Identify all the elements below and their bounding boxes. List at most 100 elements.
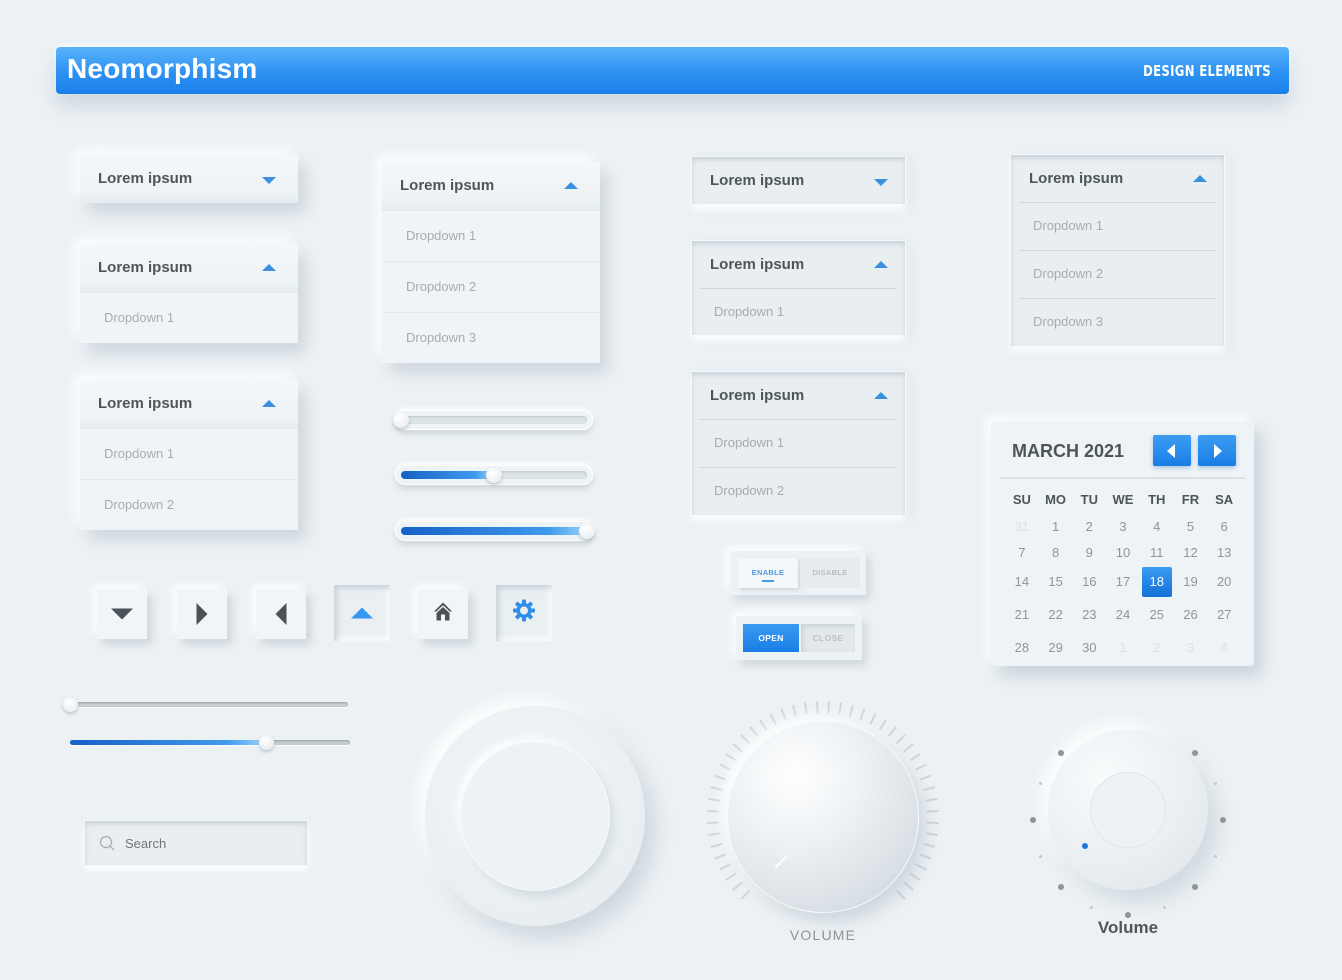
calendar-day[interactable]: 4	[1207, 640, 1241, 655]
calendar-day[interactable]: 4	[1140, 519, 1174, 534]
dropdown-header[interactable]: Lorem ipsum	[382, 162, 600, 210]
dropdown-option[interactable]: Dropdown 2	[700, 467, 897, 515]
calendar-day[interactable]: 24	[1106, 607, 1140, 622]
calendar-day[interactable]: 25	[1140, 607, 1174, 622]
calendar-day[interactable]: 27	[1207, 607, 1241, 622]
dial-plate[interactable]	[425, 706, 645, 926]
slider-handle[interactable]	[62, 697, 78, 712]
slider-3[interactable]	[395, 521, 595, 541]
dropdown-option[interactable]: Dropdown 1	[382, 210, 600, 261]
dropdown-header[interactable]: Lorem ipsum	[80, 380, 298, 428]
dropdown-option[interactable]: Dropdown 2	[80, 479, 298, 530]
dropdown-header[interactable]: Lorem ipsum	[80, 244, 298, 292]
dropdown-3[interactable]: Lorem ipsum Dropdown 1 Dropdown 2	[80, 380, 298, 530]
slider-handle[interactable]	[579, 523, 595, 539]
slider-handle[interactable]	[258, 735, 274, 750]
dropdown-header[interactable]: Lorem ipsum	[1011, 155, 1224, 202]
caret-up-button[interactable]	[334, 585, 390, 641]
calendar-day[interactable]: 2	[1140, 640, 1174, 655]
calendar-day[interactable]: 2	[1072, 519, 1106, 534]
dropdown-5[interactable]: Lorem ipsum	[691, 156, 906, 205]
calendar-day[interactable]: 29	[1039, 640, 1073, 655]
toggle-option-disable[interactable]: DISABLE	[800, 558, 860, 588]
calendar-day[interactable]: 21	[1005, 607, 1039, 622]
thin-slider-1[interactable]	[62, 697, 348, 712]
dropdown-option[interactable]: Dropdown 1	[700, 419, 897, 467]
calendar-day[interactable]: 6	[1207, 519, 1241, 534]
slider-2[interactable]	[395, 465, 593, 485]
calendar-day[interactable]: 3	[1106, 519, 1140, 534]
calendar-prev-button[interactable]	[1153, 435, 1191, 466]
calendar-day[interactable]: 5	[1174, 519, 1208, 534]
calendar-next-button[interactable]	[1198, 435, 1236, 466]
volume-knob[interactable]	[728, 722, 918, 912]
search-field[interactable]	[84, 820, 308, 866]
calendar-day[interactable]: 15	[1039, 574, 1073, 589]
caret-left-button[interactable]	[256, 589, 306, 639]
calendar-day[interactable]: 28	[1005, 640, 1039, 655]
dropdown-7[interactable]: Lorem ipsum Dropdown 1 Dropdown 2	[691, 371, 906, 516]
dial-center-button[interactable]	[461, 742, 609, 890]
dropdown-option[interactable]: Dropdown 2	[1019, 250, 1216, 298]
dropdown-2[interactable]: Lorem ipsum Dropdown 1	[80, 244, 298, 343]
calendar-day[interactable]: 22	[1039, 607, 1073, 622]
dropdown-option[interactable]: Dropdown 2	[382, 261, 600, 312]
page-subtitle: DESIGN ELEMENTS	[1143, 62, 1271, 80]
calendar-day[interactable]: 10	[1106, 545, 1140, 560]
search-input[interactable]	[125, 833, 295, 853]
dropdown-option[interactable]: Dropdown 3	[1019, 298, 1216, 346]
calendar-day[interactable]: 11	[1140, 545, 1174, 560]
toggle-option-enable[interactable]: ENABLE	[738, 558, 798, 588]
dropdown-header[interactable]: Lorem ipsum	[80, 155, 298, 203]
calendar-day[interactable]: 14	[1005, 574, 1039, 589]
dropdown-option[interactable]: Dropdown 1	[80, 292, 298, 343]
calendar-day-selected[interactable]: 18	[1140, 566, 1174, 597]
dropdown-option[interactable]: Dropdown 1	[700, 288, 897, 336]
caret-down-button[interactable]	[97, 589, 147, 639]
weekday-label: SU	[1012, 492, 1031, 507]
calendar-day[interactable]: 31	[1005, 519, 1039, 534]
calendar-day[interactable]: 7	[1005, 545, 1039, 560]
dropdown-option[interactable]: Dropdown 3	[382, 312, 600, 363]
day-number: 2	[1153, 640, 1161, 655]
open-close-toggle[interactable]: OPEN CLOSE	[736, 616, 862, 660]
calendar-day[interactable]: 20	[1207, 574, 1241, 589]
slider-handle[interactable]	[486, 467, 502, 483]
calendar-day[interactable]: 12	[1174, 545, 1208, 560]
header-banner: Neomorphism DESIGN ELEMENTS	[56, 47, 1289, 94]
calendar-day[interactable]: 3	[1174, 640, 1208, 655]
calendar-week-row: 28 29 30 1 2 3 4	[1005, 631, 1241, 664]
enable-disable-toggle[interactable]: ENABLE DISABLE	[730, 551, 866, 595]
dropdown-header[interactable]: Lorem ipsum	[692, 372, 905, 419]
dropdown-header[interactable]: Lorem ipsum	[692, 157, 905, 204]
chevron-up-icon	[874, 261, 888, 268]
calendar-day[interactable]: 26	[1174, 607, 1208, 622]
calendar-day[interactable]: 9	[1072, 545, 1106, 560]
dropdown-8[interactable]: Lorem ipsum Dropdown 1 Dropdown 2 Dropdo…	[1010, 154, 1225, 347]
day-number: 3	[1119, 518, 1127, 534]
calendar-day[interactable]: 19	[1174, 574, 1208, 589]
calendar-day[interactable]: 1	[1106, 640, 1140, 655]
dropdown-4[interactable]: Lorem ipsum Dropdown 1 Dropdown 2 Dropdo…	[382, 162, 600, 363]
home-button[interactable]	[418, 589, 468, 639]
slider-handle[interactable]	[393, 412, 409, 428]
settings-button[interactable]	[496, 585, 552, 641]
dropdown-option[interactable]: Dropdown 1	[1019, 202, 1216, 250]
calendar-day[interactable]: 17	[1106, 574, 1140, 589]
calendar-day[interactable]: 30	[1072, 640, 1106, 655]
calendar-day[interactable]: 13	[1207, 545, 1241, 560]
dropdown-6[interactable]: Lorem ipsum Dropdown 1	[691, 240, 906, 336]
thin-slider-2[interactable]	[70, 735, 350, 750]
dropdown-header[interactable]: Lorem ipsum	[692, 241, 905, 288]
calendar-month-title: MARCH 2021	[1012, 441, 1125, 461]
toggle-option-open[interactable]: OPEN	[743, 624, 799, 652]
slider-1[interactable]	[393, 410, 593, 430]
toggle-option-close[interactable]: CLOSE	[801, 624, 855, 652]
dropdown-1[interactable]: Lorem ipsum	[80, 155, 298, 203]
calendar-day[interactable]: 8	[1039, 545, 1073, 560]
calendar-day[interactable]: 23	[1072, 607, 1106, 622]
dropdown-option[interactable]: Dropdown 1	[80, 428, 298, 479]
calendar-day[interactable]: 16	[1072, 574, 1106, 589]
calendar-day[interactable]: 1	[1039, 519, 1073, 534]
caret-right-button[interactable]	[177, 589, 227, 639]
